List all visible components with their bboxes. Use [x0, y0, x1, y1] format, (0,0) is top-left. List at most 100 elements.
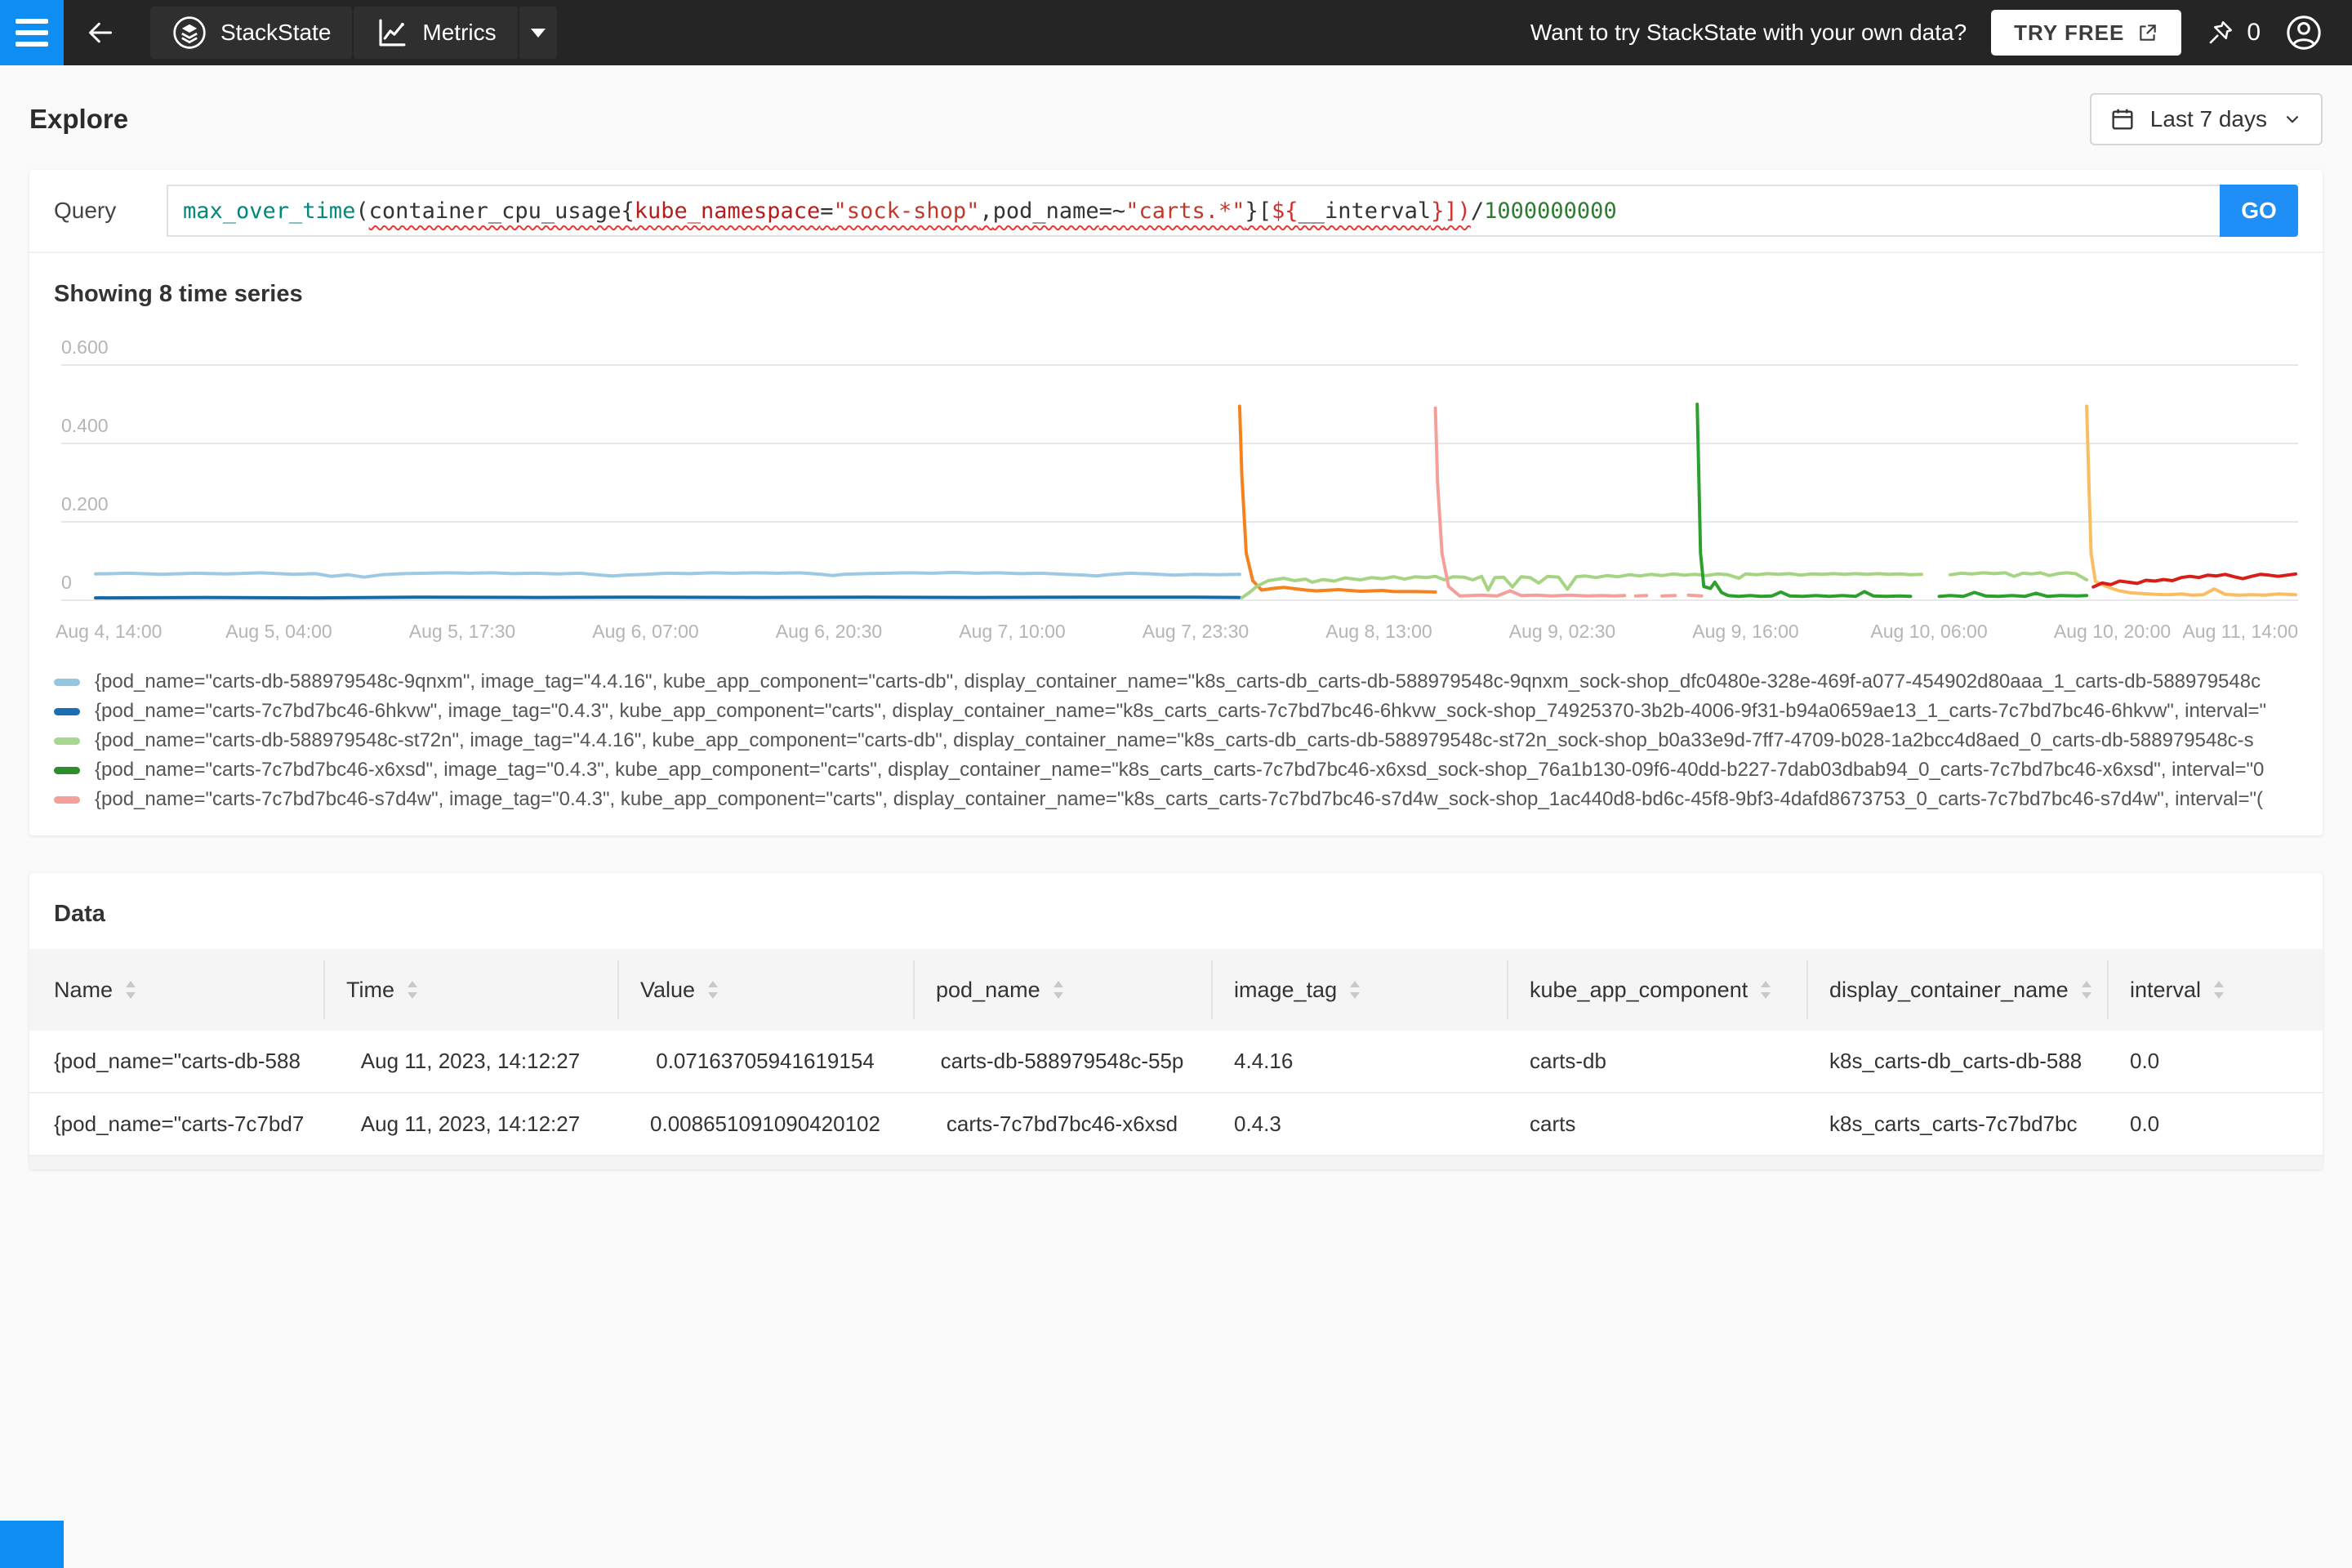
svg-text:0: 0	[61, 572, 72, 593]
cell-name: {pod_name="carts-db-588	[54, 1049, 301, 1073]
sort-icon	[126, 981, 136, 999]
table-scrollbar-track[interactable]	[29, 1156, 2323, 1169]
svg-text:Aug 7, 10:00: Aug 7, 10:00	[959, 621, 1065, 642]
column-header-time[interactable]: Time	[323, 949, 617, 1031]
column-header-value[interactable]: Value	[617, 949, 913, 1031]
user-avatar-icon[interactable]	[2285, 14, 2323, 51]
cell-display-container-name: k8s_carts_carts-7c7bd7bc	[1829, 1111, 2078, 1136]
data-section-title: Data	[54, 901, 105, 927]
chart-section: Showing 8 time series 0.600 0.400 0.200 0 Au…	[29, 253, 2323, 835]
legend-item[interactable]: {pod_name="carts-db-588979548c-st72n", i…	[54, 726, 2298, 755]
legend-label: {pod_name="carts-db-588979548c-st72n", i…	[95, 729, 2254, 751]
table-header-row: Name Time Value pod_name image_tag kube_…	[29, 949, 2323, 1031]
chart-legend: {pod_name="carts-db-588979548c-9qnxm", i…	[54, 667, 2298, 814]
svg-text:Aug 9, 16:00: Aug 9, 16:00	[1692, 621, 1798, 642]
column-header-display-container-name[interactable]: display_container_name	[1806, 949, 2107, 1031]
series-color-dash	[54, 766, 80, 774]
legend-item[interactable]: {pod_name="carts-7c7bd7bc46-6hkvw", imag…	[54, 697, 2298, 726]
column-header-kube-app-component[interactable]: kube_app_component	[1507, 949, 1806, 1031]
calendar-icon	[2112, 109, 2133, 130]
chart-title: Showing 8 time series	[54, 281, 303, 307]
cell-pod-name: carts-7c7bd7bc46-x6xsd	[946, 1111, 1178, 1136]
metrics-chart-icon	[379, 19, 406, 47]
stackstate-label: StackState	[220, 20, 332, 45]
back-button[interactable]	[64, 0, 137, 65]
column-header-image-tag[interactable]: image_tag	[1211, 949, 1507, 1031]
cell-image-tag: 0.4.3	[1234, 1111, 1281, 1136]
time-range-label: Last 7 days	[2149, 106, 2267, 131]
page-title: Explore	[29, 104, 129, 134]
promo-text: Want to try StackState with your own dat…	[1530, 20, 1967, 45]
cell-kube-app-component: carts-db	[1530, 1049, 1606, 1073]
chevron-down-icon	[2286, 116, 2299, 123]
try-free-label: TRY FREE	[2014, 20, 2125, 45]
legend-item[interactable]: {pod_name="carts-7c7bd7bc46-s7d4w", imag…	[54, 785, 2298, 814]
query-input[interactable]: max_over_time(container_cpu_usage{kube_n…	[167, 185, 2220, 237]
column-header-name[interactable]: Name	[29, 949, 323, 1031]
svg-text:Aug 5, 04:00: Aug 5, 04:00	[225, 621, 332, 642]
column-header-pod-name[interactable]: pod_name	[913, 949, 1211, 1031]
sort-icon	[2214, 981, 2225, 999]
cell-time: Aug 11, 2023, 14:12:27	[360, 1049, 581, 1073]
nav-dropdown-button[interactable]	[519, 7, 557, 59]
external-link-icon	[2140, 24, 2157, 41]
sort-icon	[1761, 981, 1771, 999]
svg-text:0.400: 0.400	[61, 415, 109, 436]
column-header-interval[interactable]: interval	[2107, 949, 2323, 1031]
svg-text:0.600: 0.600	[61, 336, 109, 358]
hamburger-menu-button[interactable]	[0, 0, 64, 65]
cell-interval: 0.0	[2130, 1049, 2160, 1073]
metrics-label: Metrics	[422, 20, 497, 45]
cell-kube-app-component: carts	[1530, 1111, 1576, 1136]
cell-name: {pod_name="carts-7c7bd7	[54, 1111, 305, 1136]
cell-value: 0.008651091090420102	[650, 1111, 880, 1136]
cell-value: 0.07163705941619154	[656, 1049, 875, 1073]
series-color-dash	[54, 795, 80, 804]
cell-display-container-name: k8s_carts-db_carts-db-588	[1829, 1049, 2082, 1073]
table-row: {pod_name="carts-db-588 Aug 11, 2023, 14…	[29, 1031, 2323, 1094]
sort-icon	[2081, 981, 2091, 999]
stackstate-logo-icon	[173, 16, 206, 49]
stackstate-nav-button[interactable]: StackState	[150, 7, 353, 59]
legend-item[interactable]: {pod_name="carts-db-588979548c-9qnxm", i…	[54, 667, 2298, 697]
series-color-dash	[54, 678, 80, 686]
svg-text:Aug 6, 07:00: Aug 6, 07:00	[592, 621, 698, 642]
svg-text:Aug 5, 17:30: Aug 5, 17:30	[409, 621, 515, 642]
time-range-picker[interactable]: Last 7 days	[2089, 93, 2323, 145]
metrics-nav-button[interactable]: Metrics	[354, 7, 518, 59]
legend-item[interactable]: {pod_name="carts-7c7bd7bc46-x6xsd", imag…	[54, 755, 2298, 785]
back-arrow-icon	[89, 22, 112, 43]
query-chart-card: Query max_over_time(container_cpu_usage{…	[29, 170, 2323, 835]
caret-down-icon	[530, 28, 546, 38]
legend-label: {pod_name="carts-db-588979548c-9qnxm", i…	[95, 670, 2261, 693]
svg-text:Aug 10, 06:00: Aug 10, 06:00	[1870, 621, 1987, 642]
legend-label: {pod_name="carts-7c7bd7bc46-s7d4w", imag…	[95, 788, 2264, 810]
sort-icon	[1053, 981, 1063, 999]
sort-icon	[1350, 981, 1361, 999]
cell-interval: 0.0	[2130, 1111, 2160, 1136]
try-free-button[interactable]: TRY FREE	[1991, 10, 2182, 56]
timeseries-chart[interactable]: 0.600 0.400 0.200 0 Aug 4, 14:00 Aug 5, 04:00…	[54, 326, 2298, 653]
svg-text:Aug 7, 23:30: Aug 7, 23:30	[1143, 621, 1249, 642]
svg-text:Aug 6, 20:30: Aug 6, 20:30	[776, 621, 882, 642]
pin-icon	[2209, 20, 2233, 44]
query-row: Query max_over_time(container_cpu_usage{…	[29, 170, 2323, 253]
table-row: {pod_name="carts-7c7bd7 Aug 11, 2023, 14…	[29, 1094, 2323, 1156]
page-header: Explore Last 7 days	[0, 65, 2352, 170]
legend-label: {pod_name="carts-7c7bd7bc46-6hkvw", imag…	[95, 700, 2267, 722]
legend-label: {pod_name="carts-7c7bd7bc46-x6xsd", imag…	[95, 759, 2265, 781]
pinned-items-button[interactable]: 0	[2206, 18, 2261, 47]
topbar: StackState Metrics Want to try StackStat…	[0, 0, 2352, 65]
go-button[interactable]: GO	[2220, 185, 2298, 237]
svg-text:Aug 10, 20:00: Aug 10, 20:00	[2054, 621, 2171, 642]
svg-text:Aug 11, 14:00: Aug 11, 14:00	[2182, 621, 2298, 642]
bottom-left-menu-stub[interactable]	[0, 1521, 64, 1568]
svg-text:Aug 9, 02:30: Aug 9, 02:30	[1509, 621, 1615, 642]
svg-text:0.200: 0.200	[61, 493, 109, 514]
series-color-dash	[54, 737, 80, 745]
cell-image-tag: 4.4.16	[1234, 1049, 1294, 1073]
series-color-dash	[54, 707, 80, 715]
cell-pod-name: carts-db-588979548c-55p	[940, 1049, 1184, 1073]
cell-time: Aug 11, 2023, 14:12:27	[360, 1111, 581, 1136]
data-card: Data Name Time Value pod_name image_tag …	[29, 873, 2323, 1169]
